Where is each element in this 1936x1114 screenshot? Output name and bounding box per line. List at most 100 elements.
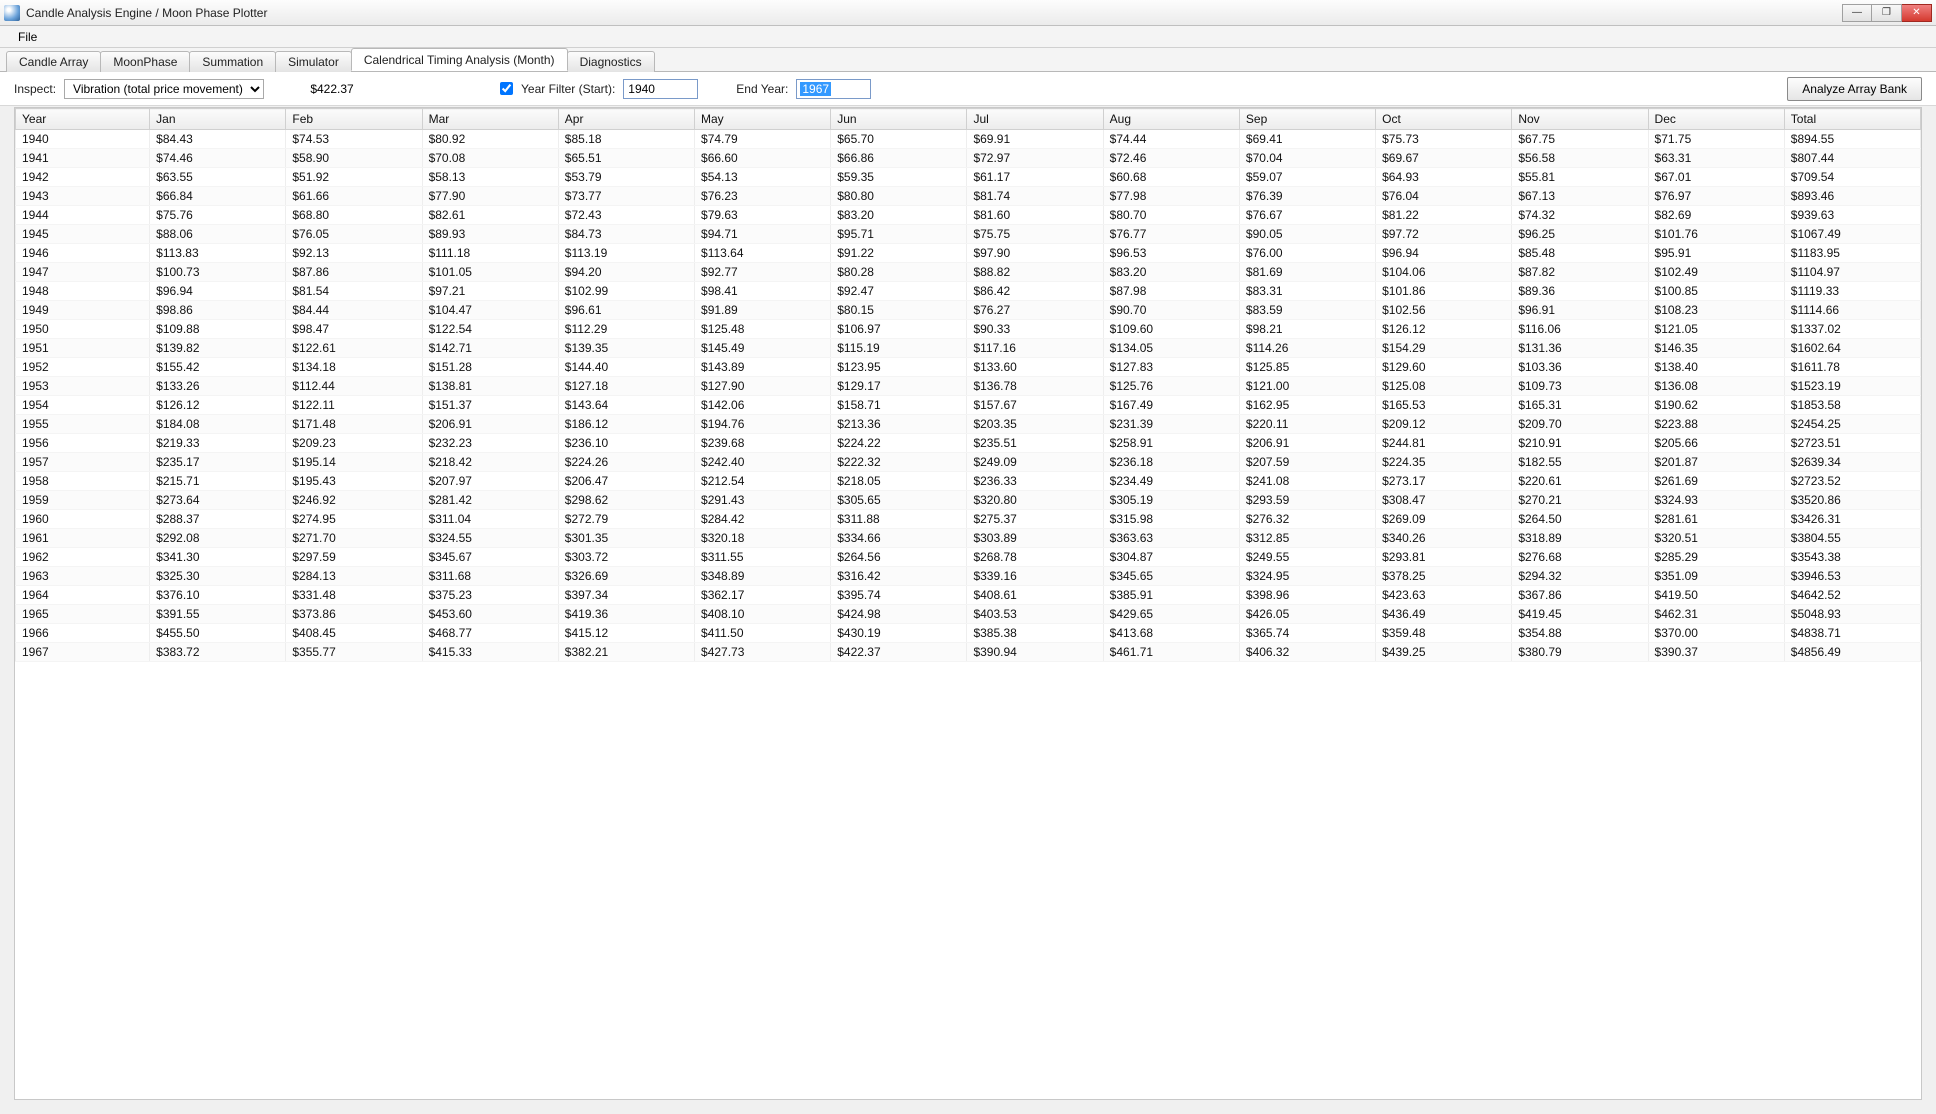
tab-simulator[interactable]: Simulator — [275, 51, 352, 72]
col-dec[interactable]: Dec — [1648, 109, 1784, 130]
table-row[interactable]: 1950$109.88$98.47$122.54$112.29$125.48$1… — [16, 320, 1921, 339]
cell: $75.75 — [967, 225, 1103, 244]
cell: $171.48 — [286, 415, 422, 434]
table-row[interactable]: 1964$376.10$331.48$375.23$397.34$362.17$… — [16, 586, 1921, 605]
cell: $206.47 — [558, 472, 694, 491]
col-jun[interactable]: Jun — [831, 109, 967, 130]
cell: $212.54 — [695, 472, 831, 491]
data-table: YearJanFebMarAprMayJunJulAugSepOctNovDec… — [15, 108, 1921, 662]
col-oct[interactable]: Oct — [1376, 109, 1512, 130]
analyze-button[interactable]: Analyze Array Bank — [1787, 77, 1922, 101]
col-aug[interactable]: Aug — [1103, 109, 1239, 130]
start-year-input[interactable] — [623, 79, 698, 99]
table-row[interactable]: 1963$325.30$284.13$311.68$326.69$348.89$… — [16, 567, 1921, 586]
cell: $112.44 — [286, 377, 422, 396]
cell: $1067.49 — [1784, 225, 1920, 244]
cell: $311.88 — [831, 510, 967, 529]
cell: $162.95 — [1239, 396, 1375, 415]
col-feb[interactable]: Feb — [286, 109, 422, 130]
table-row[interactable]: 1943$66.84$61.66$77.90$73.77$76.23$80.80… — [16, 187, 1921, 206]
cell: $222.32 — [831, 453, 967, 472]
col-jul[interactable]: Jul — [967, 109, 1103, 130]
cell: $218.42 — [422, 453, 558, 472]
cell: $4856.49 — [1784, 643, 1920, 662]
col-may[interactable]: May — [695, 109, 831, 130]
cell: $66.84 — [150, 187, 286, 206]
cell: $74.53 — [286, 130, 422, 149]
table-row[interactable]: 1960$288.37$274.95$311.04$272.79$284.42$… — [16, 510, 1921, 529]
cell: $326.69 — [558, 567, 694, 586]
table-row[interactable]: 1942$63.55$51.92$58.13$53.79$54.13$59.35… — [16, 168, 1921, 187]
table-row[interactable]: 1954$126.12$122.11$151.37$143.64$142.06$… — [16, 396, 1921, 415]
cell: $98.21 — [1239, 320, 1375, 339]
table-row[interactable]: 1961$292.08$271.70$324.55$301.35$320.18$… — [16, 529, 1921, 548]
cell: 1955 — [16, 415, 150, 434]
cell: $165.31 — [1512, 396, 1648, 415]
table-row[interactable]: 1958$215.71$195.43$207.97$206.47$212.54$… — [16, 472, 1921, 491]
table-row[interactable]: 1951$139.82$122.61$142.71$139.35$145.49$… — [16, 339, 1921, 358]
cell: $182.55 — [1512, 453, 1648, 472]
cell: $145.49 — [695, 339, 831, 358]
col-year[interactable]: Year — [16, 109, 150, 130]
tab-candle-array[interactable]: Candle Array — [6, 51, 101, 72]
table-row[interactable]: 1962$341.30$297.59$345.67$303.72$311.55$… — [16, 548, 1921, 567]
cell: $112.29 — [558, 320, 694, 339]
col-total[interactable]: Total — [1784, 109, 1920, 130]
table-row[interactable]: 1966$455.50$408.45$468.77$415.12$411.50$… — [16, 624, 1921, 643]
col-sep[interactable]: Sep — [1239, 109, 1375, 130]
cell: $385.91 — [1103, 586, 1239, 605]
cell: $90.33 — [967, 320, 1103, 339]
tab-summation[interactable]: Summation — [189, 51, 276, 72]
cell: $71.75 — [1648, 130, 1784, 149]
table-row[interactable]: 1967$383.72$355.77$415.33$382.21$427.73$… — [16, 643, 1921, 662]
maximize-button[interactable]: ❐ — [1872, 4, 1902, 22]
table-row[interactable]: 1956$219.33$209.23$232.23$236.10$239.68$… — [16, 434, 1921, 453]
table-row[interactable]: 1940$84.43$74.53$80.92$85.18$74.79$65.70… — [16, 130, 1921, 149]
cell: $406.32 — [1239, 643, 1375, 662]
year-filter-checkbox[interactable] — [500, 82, 513, 95]
cell: $109.73 — [1512, 377, 1648, 396]
cell: $297.59 — [286, 548, 422, 567]
cell: $304.87 — [1103, 548, 1239, 567]
cell: $66.60 — [695, 149, 831, 168]
cell: $3426.31 — [1784, 510, 1920, 529]
cell: $270.21 — [1512, 491, 1648, 510]
table-row[interactable]: 1952$155.42$134.18$151.28$144.40$143.89$… — [16, 358, 1921, 377]
cell: $76.77 — [1103, 225, 1239, 244]
minimize-button[interactable]: — — [1842, 4, 1872, 22]
tab-moonphase[interactable]: MoonPhase — [100, 51, 190, 72]
cell: $125.76 — [1103, 377, 1239, 396]
table-row[interactable]: 1949$98.86$84.44$104.47$96.61$91.89$80.1… — [16, 301, 1921, 320]
close-button[interactable]: ✕ — [1902, 4, 1932, 22]
table-row[interactable]: 1944$75.76$68.80$82.61$72.43$79.63$83.20… — [16, 206, 1921, 225]
cell: $90.05 — [1239, 225, 1375, 244]
table-row[interactable]: 1957$235.17$195.14$218.42$224.26$242.40$… — [16, 453, 1921, 472]
table-row[interactable]: 1959$273.64$246.92$281.42$298.62$291.43$… — [16, 491, 1921, 510]
tab-diagnostics[interactable]: Diagnostics — [567, 51, 655, 72]
col-nov[interactable]: Nov — [1512, 109, 1648, 130]
cell: $126.12 — [150, 396, 286, 415]
menu-file[interactable]: File — [10, 28, 45, 46]
col-jan[interactable]: Jan — [150, 109, 286, 130]
table-row[interactable]: 1947$100.73$87.86$101.05$94.20$92.77$80.… — [16, 263, 1921, 282]
table-row[interactable]: 1953$133.26$112.44$138.81$127.18$127.90$… — [16, 377, 1921, 396]
cell: $893.46 — [1784, 187, 1920, 206]
table-row[interactable]: 1946$113.83$92.13$111.18$113.19$113.64$9… — [16, 244, 1921, 263]
cell: $1337.02 — [1784, 320, 1920, 339]
col-mar[interactable]: Mar — [422, 109, 558, 130]
table-row[interactable]: 1948$96.94$81.54$97.21$102.99$98.41$92.4… — [16, 282, 1921, 301]
cell: $96.91 — [1512, 301, 1648, 320]
table-row[interactable]: 1941$74.46$58.90$70.08$65.51$66.60$66.86… — [16, 149, 1921, 168]
cell: $80.15 — [831, 301, 967, 320]
cell: $325.30 — [150, 567, 286, 586]
table-row[interactable]: 1945$88.06$76.05$89.93$84.73$94.71$95.71… — [16, 225, 1921, 244]
cell: $241.08 — [1239, 472, 1375, 491]
table-row[interactable]: 1965$391.55$373.86$453.60$419.36$408.10$… — [16, 605, 1921, 624]
end-year-input[interactable] — [796, 79, 871, 99]
table-row[interactable]: 1955$184.08$171.48$206.91$186.12$194.76$… — [16, 415, 1921, 434]
tab-calendrical-timing-analysis-month-[interactable]: Calendrical Timing Analysis (Month) — [351, 48, 568, 71]
cell: $74.44 — [1103, 130, 1239, 149]
inspect-select[interactable]: Vibration (total price movement) — [64, 79, 264, 99]
col-apr[interactable]: Apr — [558, 109, 694, 130]
cell: $348.89 — [695, 567, 831, 586]
